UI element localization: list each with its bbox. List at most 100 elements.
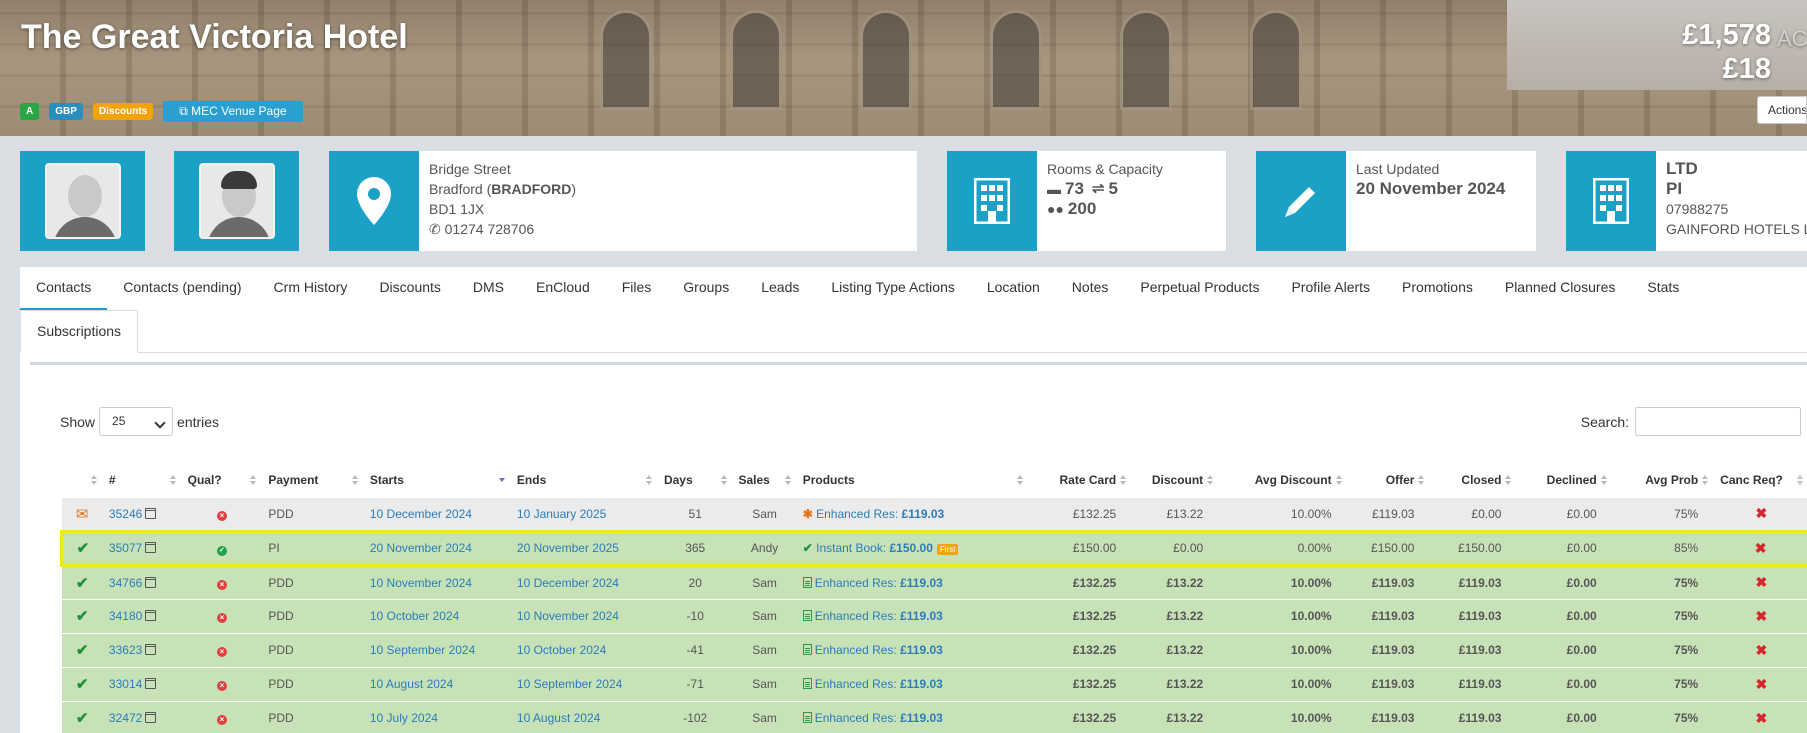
subscription-id-link[interactable]: 33623: [109, 643, 142, 657]
tab-dms[interactable]: DMS: [457, 267, 520, 310]
tab-profile-alerts[interactable]: Profile Alerts: [1275, 267, 1386, 310]
calendar-icon[interactable]: [145, 610, 157, 621]
sort-icon: [720, 475, 727, 485]
calendar-icon[interactable]: [145, 712, 157, 724]
tab-perpetual-products[interactable]: Perpetual Products: [1124, 267, 1275, 310]
column-header-declined[interactable]: Declined: [1517, 463, 1612, 497]
tab-groups[interactable]: Groups: [667, 267, 745, 310]
contact-avatar-card[interactable]: [174, 151, 299, 251]
cancel-request-x-icon[interactable]: ✖: [1755, 540, 1767, 556]
search-control: Search:: [1581, 407, 1801, 436]
product-link[interactable]: Enhanced Res: £119.03: [815, 711, 943, 725]
envelope-icon[interactable]: ✉: [76, 506, 89, 523]
contact-avatar-card[interactable]: [20, 151, 145, 251]
canc-req-cell: ✖: [1714, 564, 1807, 599]
tab-planned-closures[interactable]: Planned Closures: [1489, 267, 1632, 310]
product-link[interactable]: Enhanced Res: £119.03: [815, 643, 943, 657]
table-row[interactable]: ✉ 35246 × PDD 10 December 2024 10 Januar…: [61, 496, 1807, 531]
tab-listing-type-actions[interactable]: Listing Type Actions: [815, 267, 970, 310]
tab-subscriptions[interactable]: Subscriptions: [20, 310, 139, 353]
product-link[interactable]: Instant Book: £150.00: [816, 541, 933, 555]
tab-promotions[interactable]: Promotions: [1386, 267, 1489, 310]
tab-discounts[interactable]: Discounts: [363, 267, 456, 310]
starts-link[interactable]: 20 November 2024: [370, 541, 472, 555]
column-header-id[interactable]: #: [103, 463, 182, 497]
search-input[interactable]: [1635, 407, 1801, 436]
column-header-offer[interactable]: Offer: [1348, 463, 1431, 497]
tab-encloud[interactable]: EnCloud: [520, 267, 606, 310]
subscription-id-link[interactable]: 34180: [109, 609, 142, 623]
subscription-id-link[interactable]: 32472: [109, 711, 142, 725]
column-header-sales[interactable]: Sales: [733, 463, 797, 497]
cancel-request-x-icon[interactable]: ✖: [1755, 574, 1767, 590]
column-header-qual[interactable]: Qual?: [182, 463, 263, 497]
column-header-products[interactable]: Products: [797, 463, 1029, 497]
ends-link[interactable]: 10 September 2024: [517, 677, 622, 691]
column-header-closed[interactable]: Closed: [1430, 463, 1517, 497]
table-row[interactable]: ✔ 35077 ✓ PI 20 November 2024 20 Novembe…: [59, 529, 1807, 567]
cancel-request-x-icon[interactable]: ✖: [1755, 505, 1767, 521]
starts-link[interactable]: 10 December 2024: [370, 507, 472, 521]
check-icon: ✔: [75, 608, 89, 625]
product-link[interactable]: Enhanced Res: £119.03: [815, 576, 943, 590]
table-row[interactable]: ✔ 32472 × PDD 10 July 2024 10 August 202…: [61, 700, 1807, 733]
column-header-label: Canc Req?: [1720, 472, 1783, 487]
column-header-payment[interactable]: Payment: [262, 463, 363, 497]
column-header-status[interactable]: [62, 463, 103, 497]
cancel-request-x-icon[interactable]: ✖: [1755, 642, 1767, 658]
tab-stats[interactable]: Stats: [1631, 267, 1695, 310]
product-link[interactable]: Enhanced Res: £119.03: [815, 609, 943, 623]
starts-link[interactable]: 10 October 2024: [370, 609, 459, 623]
column-header-canc-req[interactable]: Canc Req?: [1714, 463, 1807, 497]
column-header-rate-card[interactable]: Rate Card: [1029, 463, 1133, 497]
starts-link[interactable]: 10 November 2024: [370, 576, 472, 590]
starts-link[interactable]: 10 September 2024: [370, 643, 475, 657]
calendar-icon[interactable]: [145, 576, 157, 588]
actions-button[interactable]: Actions: [1757, 96, 1807, 124]
table-row[interactable]: ✔ 33623 × PDD 10 September 2024 10 Octob…: [61, 632, 1807, 667]
subscription-id-link[interactable]: 35246: [109, 507, 142, 521]
ends-link[interactable]: 10 January 2025: [517, 507, 606, 521]
subscription-id-link[interactable]: 35077: [109, 541, 142, 555]
product-link[interactable]: Enhanced Res: £119.03: [815, 677, 943, 691]
starts-link[interactable]: 10 July 2024: [370, 711, 438, 725]
subscription-id-link[interactable]: 34766: [109, 576, 142, 590]
tab-contacts-pending[interactable]: Contacts (pending): [107, 267, 257, 310]
entries-label: entries: [177, 413, 220, 430]
tab-location[interactable]: Location: [971, 267, 1056, 310]
cancel-request-x-icon[interactable]: ✖: [1755, 676, 1767, 692]
tab-files[interactable]: Files: [606, 267, 668, 310]
starts-link[interactable]: 10 August 2024: [370, 677, 453, 691]
table-row[interactable]: ✔ 34180 × PDD 10 October 2024 10 Novembe…: [61, 598, 1807, 633]
cancel-request-x-icon[interactable]: ✖: [1755, 608, 1767, 624]
tab-crm-history[interactable]: Crm History: [258, 267, 364, 310]
ends-link[interactable]: 10 November 2024: [517, 609, 619, 623]
column-header-avg-prob[interactable]: Avg Prob: [1613, 463, 1714, 497]
table-row[interactable]: ✔ 34766 × PDD 10 November 2024 10 Decemb…: [61, 564, 1807, 599]
table-row[interactable]: ✔ 33014 × PDD 10 August 2024 10 Septembe…: [61, 666, 1807, 701]
canc-req-cell: ✖: [1714, 666, 1807, 701]
ends-link[interactable]: 10 December 2024: [517, 576, 619, 590]
tab-contacts[interactable]: Contacts: [20, 267, 108, 310]
tab-notes[interactable]: Notes: [1056, 267, 1125, 310]
venue-page-button[interactable]: ⧉ MEC Venue Page: [163, 101, 303, 122]
product-link[interactable]: Enhanced Res: £119.03: [816, 507, 944, 521]
calendar-icon[interactable]: [145, 678, 157, 689]
cancel-request-x-icon[interactable]: ✖: [1755, 710, 1767, 726]
column-header-days[interactable]: Days: [658, 463, 733, 497]
ends-link[interactable]: 10 August 2024: [517, 711, 600, 725]
column-header-avg-discount[interactable]: Avg Discount: [1219, 463, 1347, 497]
entries-select[interactable]: 25: [99, 407, 174, 436]
calendar-icon[interactable]: [145, 507, 157, 519]
ends-link[interactable]: 20 November 2025: [517, 541, 619, 555]
column-header-starts[interactable]: Starts: [364, 463, 511, 497]
calendar-icon[interactable]: [145, 644, 157, 655]
subscription-id-link[interactable]: 33014: [109, 677, 142, 691]
starts-cell: 10 August 2024: [363, 666, 511, 701]
banner-window: [860, 10, 912, 110]
ends-link[interactable]: 10 October 2024: [517, 643, 606, 657]
column-header-ends[interactable]: Ends: [511, 463, 658, 497]
calendar-icon[interactable]: [145, 542, 157, 553]
column-header-discount[interactable]: Discount: [1132, 463, 1219, 497]
tab-leads[interactable]: Leads: [745, 267, 815, 310]
